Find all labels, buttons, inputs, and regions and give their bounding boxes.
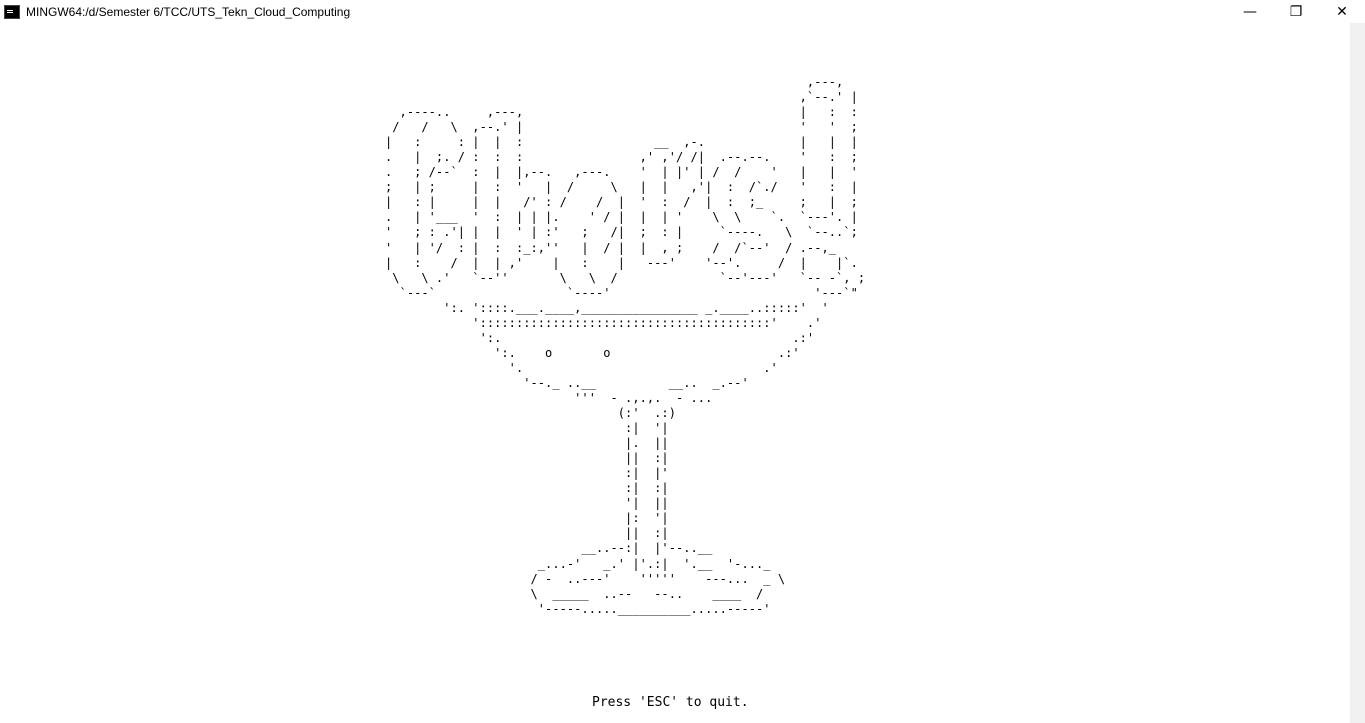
window-controls: — ❐ ✕ <box>1227 0 1365 23</box>
vertical-scrollbar[interactable] <box>1350 23 1365 723</box>
terminal-window: MINGW64:/d/Semester 6/TCC/UTS_Tekn_Cloud… <box>0 0 1365 723</box>
quit-prompt: Press 'ESC' to quit. <box>592 695 749 710</box>
cheers-ascii-art: ,---, ,`--.' | ,----.. ,---, | : : / / \… <box>385 75 866 616</box>
maximize-button[interactable]: ❐ <box>1273 0 1319 23</box>
title-bar[interactable]: MINGW64:/d/Semester 6/TCC/UTS_Tekn_Cloud… <box>0 0 1365 23</box>
terminal-app-icon[interactable] <box>4 4 20 19</box>
window-title: MINGW64:/d/Semester 6/TCC/UTS_Tekn_Cloud… <box>26 4 351 19</box>
close-button[interactable]: ✕ <box>1319 0 1365 23</box>
minimize-button[interactable]: — <box>1227 0 1273 23</box>
terminal-output-area[interactable]: ,---, ,`--.' | ,----.. ,---, | : : / / \… <box>0 23 1351 723</box>
